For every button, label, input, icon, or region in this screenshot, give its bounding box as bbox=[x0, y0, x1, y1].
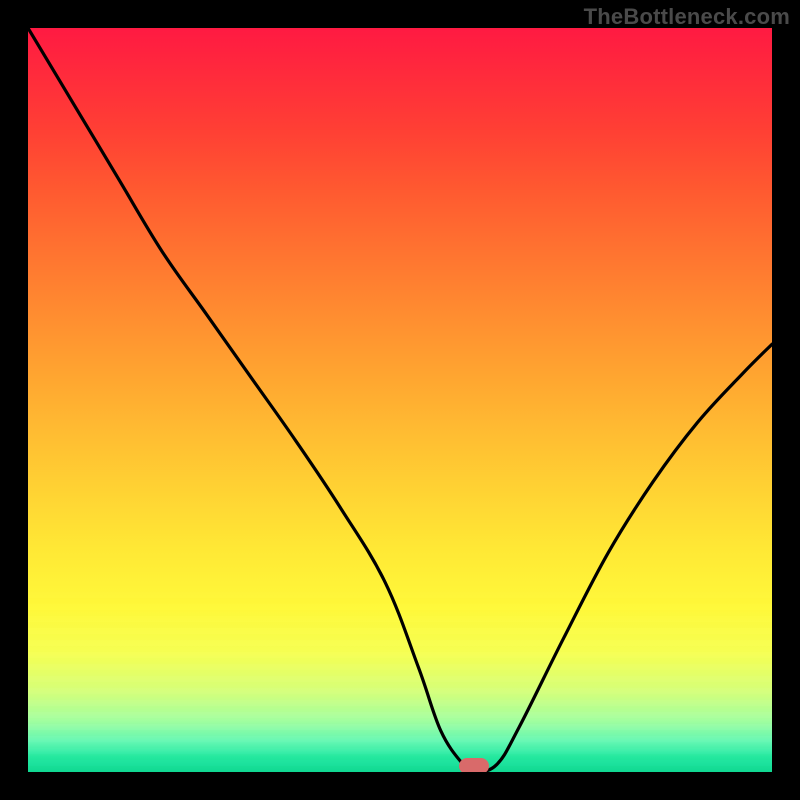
bottleneck-curve bbox=[28, 28, 772, 772]
plot-area bbox=[28, 28, 772, 772]
minimum-marker bbox=[459, 758, 489, 772]
watermark-text: TheBottleneck.com bbox=[584, 4, 790, 30]
chart-frame: TheBottleneck.com bbox=[0, 0, 800, 800]
